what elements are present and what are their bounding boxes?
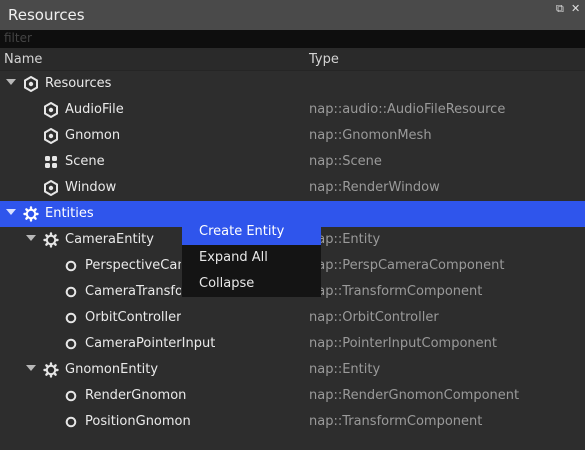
close-icon[interactable]: ✕: [571, 2, 580, 15]
tree-row-label: PerspectiveCamera: [85, 258, 181, 273]
tree-row-type: nap::TransformComponent: [309, 414, 483, 429]
tree-row-type: nap::audio::AudioFileResource: [309, 102, 506, 117]
tree-row-label: CameraTransform: [85, 284, 181, 299]
panel-title: Resources: [8, 6, 85, 24]
tree-row-label: RenderGnomon: [85, 388, 187, 403]
filter-placeholder: filter: [4, 31, 32, 45]
tree-row-type: nap::OrbitController: [309, 310, 439, 325]
hexagon-nut-icon: [43, 127, 59, 145]
menu-item-expand-all[interactable]: Expand All: [182, 245, 321, 271]
hexagon-nut-icon: [43, 179, 59, 197]
hexagon-nut-icon: [43, 101, 59, 119]
circle-icon: [63, 388, 79, 404]
tree-row-label: Entities: [45, 206, 94, 221]
tree-row-label: Window: [65, 180, 117, 195]
tree-row-camerapointerinput[interactable]: CameraPointerInput nap::PointerInputComp…: [0, 331, 585, 357]
tree-row-type: nap::Entity: [309, 362, 381, 377]
tree-row-type: nap::GnomonMesh: [309, 128, 432, 143]
circle-icon: [63, 258, 79, 274]
tree-row-type: nap::Scene: [309, 154, 382, 169]
expand-arrow-icon[interactable]: [26, 365, 36, 371]
circle-icon: [63, 310, 79, 326]
tree-row-gnomon[interactable]: Gnomon nap::GnomonMesh: [0, 123, 585, 149]
tree-row-type: nap::RenderWindow: [309, 180, 440, 195]
circle-icon: [63, 336, 79, 352]
tree-row-audiofile[interactable]: AudioFile nap::audio::AudioFileResource: [0, 97, 585, 123]
context-menu: Create Entity Expand All Collapse: [182, 219, 321, 297]
tree-row-label: PositionGnomon: [85, 414, 191, 429]
filter-input[interactable]: filter: [0, 30, 585, 48]
tree-row-scene[interactable]: Scene nap::Scene: [0, 149, 585, 175]
hexagon-nut-icon: [23, 75, 39, 93]
tree-row-label: GnomonEntity: [65, 362, 159, 377]
gear-icon: [43, 232, 59, 248]
tree-row-label: CameraEntity: [65, 232, 154, 247]
tree-row-type: nap::TransformComponent: [309, 284, 483, 299]
expand-arrow-icon[interactable]: [6, 209, 16, 215]
tree-row-label: CameraPointerInput: [85, 336, 216, 351]
tree-row-label: AudioFile: [65, 102, 124, 117]
tree-row-window[interactable]: Window nap::RenderWindow: [0, 175, 585, 201]
column-header: Name Type: [0, 48, 585, 71]
tree-row-gnomonentity[interactable]: GnomonEntity nap::Entity: [0, 357, 585, 383]
circle-icon: [63, 414, 79, 430]
expand-arrow-icon[interactable]: [26, 235, 36, 241]
tree-row-resources[interactable]: Resources: [0, 71, 585, 97]
gear-icon: [23, 206, 39, 222]
gear-icon: [43, 362, 59, 378]
menu-item-create-entity[interactable]: Create Entity: [182, 219, 321, 245]
tree-row-label: Resources: [45, 76, 112, 91]
tree-row-type: nap::PerspCameraComponent: [309, 258, 505, 273]
grid-dots-icon: [43, 154, 59, 170]
tree-row-label: OrbitController: [85, 310, 182, 325]
tree-row-type: nap::PointerInputComponent: [309, 336, 497, 351]
restore-icon[interactable]: ⧉: [556, 2, 564, 16]
tree-row-orbitcontroller[interactable]: OrbitController nap::OrbitController: [0, 305, 585, 331]
circle-icon: [63, 284, 79, 300]
tree-row-label: Scene: [65, 154, 105, 169]
tree-row-rendergnomon[interactable]: RenderGnomon nap::RenderGnomonComponent: [0, 383, 585, 409]
tree-row-label: Gnomon: [65, 128, 121, 143]
column-header-name[interactable]: Name: [4, 52, 42, 67]
column-header-type[interactable]: Type: [309, 52, 339, 67]
panel-titlebar: Resources ⧉ ✕: [0, 0, 585, 30]
tree-row-type: nap::RenderGnomonComponent: [309, 388, 520, 403]
menu-item-collapse[interactable]: Collapse: [182, 271, 321, 297]
expand-arrow-icon[interactable]: [6, 79, 16, 85]
tree-row-positiongnomon[interactable]: PositionGnomon nap::TransformComponent: [0, 409, 585, 435]
